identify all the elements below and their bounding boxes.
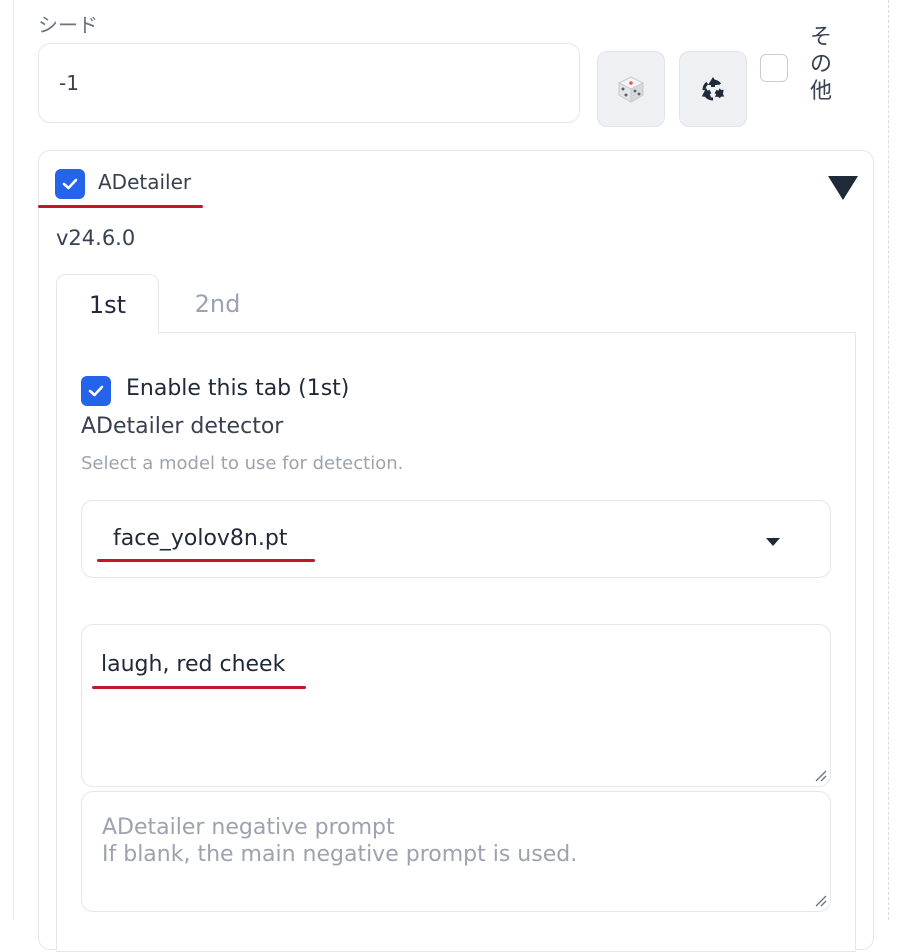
panel-border-right (888, 0, 889, 920)
detector-select-value: face_yolov8n.pt (113, 526, 288, 551)
random-seed-button[interactable] (597, 51, 665, 127)
recycle-icon (701, 77, 725, 101)
adetailer-label[interactable]: ADetailer (98, 170, 191, 194)
annotation-underline (92, 686, 306, 689)
adetailer-enable-checkbox[interactable] (55, 169, 85, 199)
panel-border-left (13, 0, 14, 920)
enable-tab-label[interactable]: Enable this tab (1st) (126, 376, 349, 401)
enable-tab-checkbox[interactable] (81, 376, 111, 406)
resize-handle-icon[interactable] (813, 768, 827, 782)
seed-input[interactable] (38, 43, 580, 123)
reuse-seed-button[interactable] (679, 51, 747, 127)
annotation-underline (97, 559, 315, 562)
tab-1st[interactable]: 1st (56, 274, 159, 334)
dropdown-arrow-icon[interactable] (766, 538, 780, 546)
check-icon (62, 178, 78, 190)
check-icon (88, 385, 104, 397)
other-checkbox[interactable] (760, 54, 788, 82)
collapse-triangle-icon[interactable] (828, 176, 858, 200)
seed-label: シード (38, 13, 98, 37)
other-label: その他 (809, 25, 832, 104)
version-text: v24.6.0 (56, 226, 136, 250)
detector-info: Select a model to use for detection. (81, 453, 404, 474)
detector-label: ADetailer detector (81, 414, 284, 439)
negative-prompt-textarea[interactable] (81, 791, 831, 912)
resize-handle-icon[interactable] (813, 893, 827, 907)
prompt-textarea[interactable] (81, 624, 831, 787)
annotation-underline (38, 205, 203, 208)
prompt-text: laugh, red cheek (101, 652, 286, 677)
tab-2nd[interactable]: 2nd (170, 274, 265, 334)
dice-icon (617, 76, 645, 103)
